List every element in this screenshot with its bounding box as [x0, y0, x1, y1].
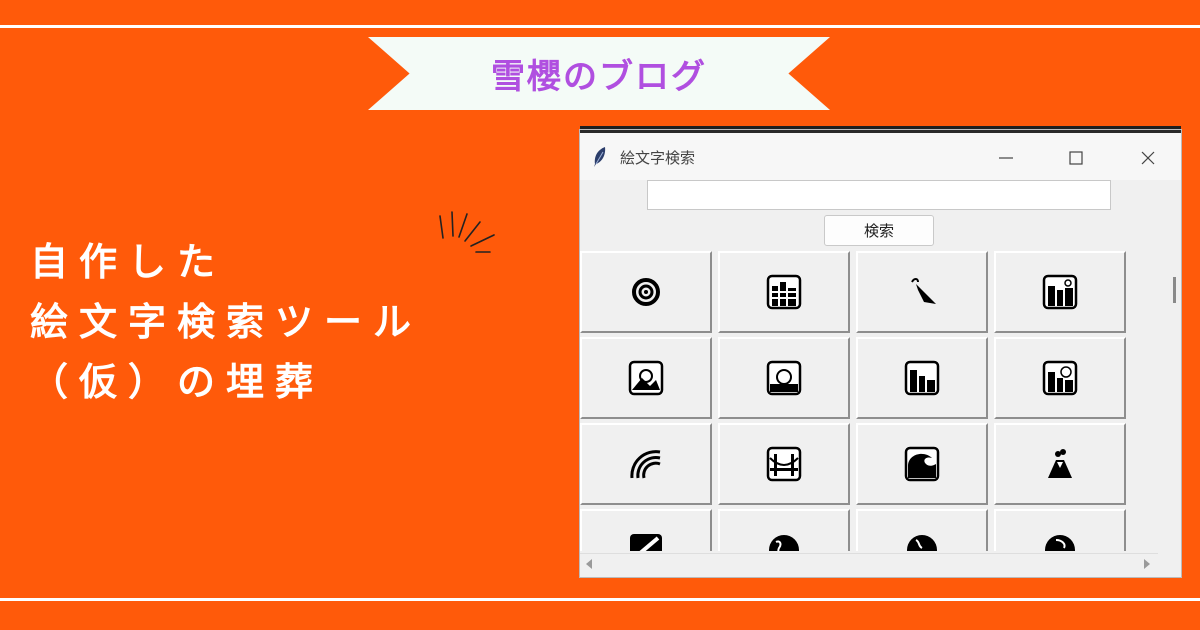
emoji-button[interactable] — [994, 251, 1126, 333]
emoji-button[interactable] — [718, 423, 850, 505]
emoji-search-window: 絵文字検索 検索 — [580, 130, 1181, 577]
water-wave-icon — [904, 446, 940, 482]
volcano-icon — [1048, 449, 1072, 478]
top-divider-line — [0, 25, 1200, 28]
emoji-button[interactable] — [718, 251, 850, 333]
globe-europe-africa-icon — [769, 535, 799, 551]
emoji-button[interactable] — [580, 337, 712, 419]
closed-umbrella-icon — [911, 278, 936, 304]
headline-line-1: 自作した — [30, 240, 227, 284]
emoji-button[interactable] — [994, 337, 1126, 419]
night-city-icon — [1042, 274, 1078, 310]
window-title: 絵文字検索 — [620, 149, 696, 167]
emoji-button[interactable] — [580, 423, 712, 505]
city-dusk-icon — [904, 360, 940, 396]
emoji-button[interactable] — [856, 337, 988, 419]
sunrise-over-mountains-icon — [628, 360, 664, 396]
emoji-button[interactable] — [994, 509, 1126, 551]
scroll-left-arrow-icon[interactable] — [584, 558, 594, 570]
minimize-icon[interactable] — [993, 145, 1019, 171]
emoji-button[interactable] — [580, 251, 712, 333]
emoji-button[interactable] — [580, 509, 712, 551]
bridge-at-night-icon — [766, 446, 802, 482]
rainbow-icon — [630, 450, 661, 479]
globe-americas-icon — [907, 535, 937, 551]
foggy-city-icon — [766, 274, 802, 310]
search-button[interactable]: 検索 — [824, 215, 934, 246]
headline-line-3: （仮）の埋葬 — [30, 360, 325, 404]
headline: 自作した 絵文字検索ツール （仮）の埋葬 — [30, 232, 422, 412]
title-bar[interactable]: 絵文字検索 — [580, 130, 1181, 180]
search-input[interactable] — [647, 180, 1111, 210]
headline-line-2: 絵文字検索ツール — [30, 300, 423, 344]
emoji-button[interactable] — [718, 509, 850, 551]
cyclone-icon — [632, 278, 660, 306]
emoji-grid — [580, 251, 1148, 551]
emoji-button[interactable] — [994, 423, 1126, 505]
horizontal-scrollbar[interactable] — [580, 553, 1158, 573]
sunrise-icon — [766, 360, 802, 396]
feather-icon — [594, 147, 606, 167]
maximize-icon[interactable] — [1063, 145, 1089, 171]
emoji-button[interactable] — [856, 423, 988, 505]
blog-name-ribbon: 雪櫻のブログ — [368, 37, 830, 110]
emoji-button[interactable] — [856, 509, 988, 551]
vertical-scrollbar[interactable] — [1157, 251, 1177, 551]
blog-name: 雪櫻のブログ — [491, 57, 707, 97]
bottom-divider-line — [0, 598, 1200, 601]
sparkle-icon — [439, 211, 495, 253]
globe-asia-australia-icon — [1045, 535, 1075, 551]
city-sunset-icon — [1042, 360, 1078, 396]
close-icon[interactable] — [1135, 145, 1161, 171]
emoji-button[interactable] — [856, 251, 988, 333]
vertical-scroll-thumb[interactable] — [1173, 277, 1176, 303]
scroll-right-arrow-icon[interactable] — [1142, 558, 1152, 570]
emoji-button[interactable] — [718, 337, 850, 419]
milky-way-icon — [630, 534, 662, 551]
